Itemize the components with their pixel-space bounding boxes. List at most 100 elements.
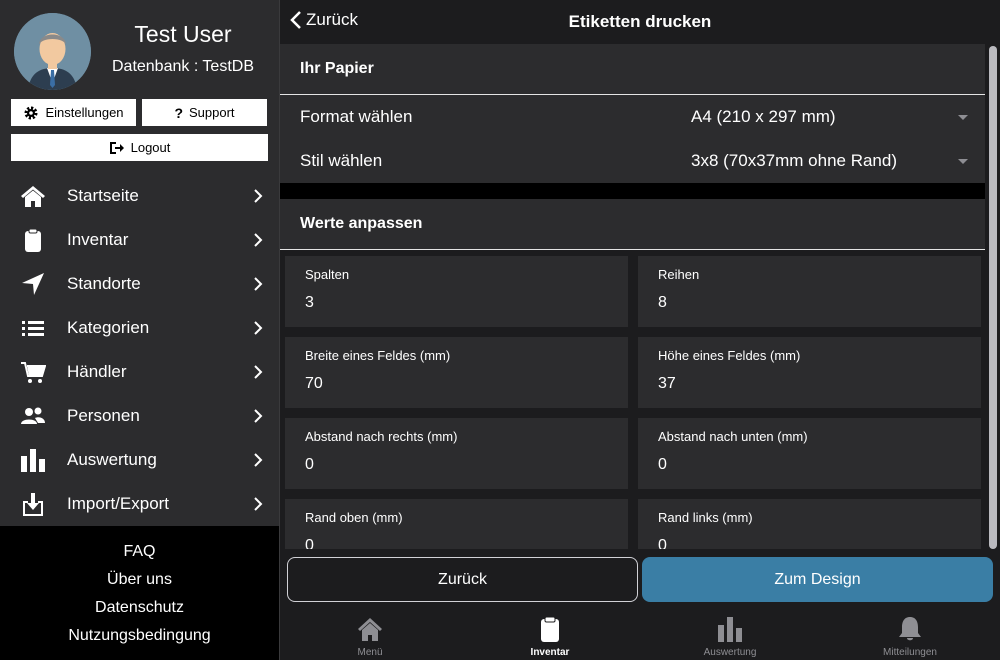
- sidebar-menu: Startseite Inventar Standorte Kategorien…: [0, 174, 279, 526]
- cart-icon: [21, 362, 46, 383]
- question-icon: ?: [174, 104, 183, 121]
- support-label: Support: [189, 105, 235, 120]
- settings-label: Einstellungen: [45, 105, 124, 120]
- location-arrow-icon: [22, 273, 44, 295]
- margin-left-field[interactable]: Rand links (mm) 0: [638, 499, 981, 549]
- values-grid: Spalten 3 Reihen 8 Breite eines Feldes (…: [280, 250, 985, 549]
- top-bar: Zurück Etiketten drucken: [280, 0, 1000, 44]
- chevron-right-icon: [254, 497, 263, 511]
- sidebar-item-personen[interactable]: Personen: [0, 394, 279, 438]
- sidebar-item-kategorien[interactable]: Kategorien: [0, 306, 279, 350]
- scrollbar[interactable]: [989, 46, 997, 549]
- chevron-right-icon: [254, 233, 263, 247]
- sidebar-item-label: Startseite: [67, 186, 139, 205]
- field-value[interactable]: 70: [305, 375, 323, 393]
- dropdown-caret-icon: [958, 159, 968, 164]
- field-label: Rand links (mm): [658, 510, 753, 525]
- dropdown-caret-icon: [958, 115, 968, 120]
- back-button[interactable]: Zurück: [287, 557, 638, 602]
- format-select[interactable]: Format wählen A4 (210 x 297 mm): [280, 95, 985, 139]
- settings-button[interactable]: Einstellungen: [11, 99, 136, 126]
- form-scroll-area[interactable]: Ihr Papier Format wählen A4 (210 x 297 m…: [280, 44, 985, 549]
- logout-button[interactable]: Logout: [11, 134, 268, 161]
- chevron-right-icon: [254, 321, 263, 335]
- sidebar-item-label: Personen: [67, 406, 140, 425]
- support-button[interactable]: ? Support: [142, 99, 267, 126]
- format-label: Format wählen: [300, 107, 413, 126]
- sidebar-item-label: Kategorien: [67, 318, 150, 337]
- sidebar-item-import-export[interactable]: Import/Export: [0, 482, 279, 526]
- bar-chart-icon: [21, 449, 45, 472]
- chevron-right-icon: [254, 277, 263, 291]
- tab-label: Menü: [357, 647, 383, 658]
- format-value: A4 (210 x 297 mm): [691, 107, 836, 126]
- section-gap: [280, 183, 985, 199]
- clipboard-icon: [541, 616, 559, 642]
- field-label: Höhe eines Feldes (mm): [658, 348, 801, 363]
- field-label: Abstand nach unten (mm): [658, 429, 808, 444]
- list-icon: [22, 321, 44, 336]
- action-bar: Zurück Zum Design: [280, 549, 1000, 609]
- faq-link[interactable]: FAQ: [0, 538, 279, 566]
- paper-section-heading: Ihr Papier: [280, 44, 985, 95]
- chevron-right-icon: [254, 189, 263, 203]
- spacing-right-field[interactable]: Abstand nach rechts (mm) 0: [285, 418, 628, 489]
- style-value: 3x8 (70x37mm ohne Rand): [691, 151, 898, 170]
- margin-top-field[interactable]: Rand oben (mm) 0: [285, 499, 628, 549]
- field-value[interactable]: 8: [658, 294, 667, 312]
- field-value[interactable]: 0: [305, 456, 314, 474]
- columns-field[interactable]: Spalten 3: [285, 256, 628, 327]
- people-icon: [21, 407, 45, 424]
- spacing-bottom-field[interactable]: Abstand nach unten (mm) 0: [638, 418, 981, 489]
- page-title: Etiketten drucken: [568, 12, 712, 31]
- sidebar-item-auswertung[interactable]: Auswertung: [0, 438, 279, 482]
- field-value[interactable]: 0: [658, 456, 667, 474]
- field-label: Abstand nach rechts (mm): [305, 429, 458, 444]
- field-label: Rand oben (mm): [305, 510, 403, 525]
- style-select[interactable]: Stil wählen 3x8 (70x37mm ohne Rand): [280, 139, 985, 183]
- field-value[interactable]: 3: [305, 294, 314, 312]
- tab-label: Inventar: [530, 647, 570, 658]
- tab-label: Mitteilungen: [883, 647, 937, 658]
- tab-menu[interactable]: Menü: [280, 609, 460, 660]
- tab-mitteilungen[interactable]: Mitteilungen: [820, 609, 1000, 660]
- sidebar-item-inventar[interactable]: Inventar: [0, 218, 279, 262]
- field-label: Breite eines Feldes (mm): [305, 348, 451, 363]
- user-name: Test User: [134, 21, 232, 47]
- bar-chart-icon: [718, 617, 742, 642]
- privacy-link[interactable]: Datenschutz: [0, 594, 279, 622]
- logout-label: Logout: [130, 140, 171, 155]
- download-icon: [23, 493, 43, 516]
- field-height-field[interactable]: Höhe eines Feldes (mm) 37: [638, 337, 981, 408]
- sidebar-item-label: Auswertung: [67, 450, 157, 469]
- field-value[interactable]: 0: [658, 537, 667, 549]
- tab-inventar[interactable]: Inventar: [460, 609, 640, 660]
- terms-link[interactable]: Nutzungsbedingung: [0, 622, 279, 650]
- gear-icon: [24, 106, 38, 119]
- chevron-right-icon: [254, 409, 263, 423]
- field-width-field[interactable]: Breite eines Feldes (mm) 70: [285, 337, 628, 408]
- clipboard-icon: [25, 228, 41, 252]
- sidebar-item-haendler[interactable]: Händler: [0, 350, 279, 394]
- about-link[interactable]: Über uns: [0, 566, 279, 594]
- chevron-right-icon: [254, 365, 263, 379]
- avatar: [14, 13, 91, 90]
- home-icon: [21, 186, 45, 207]
- scrollbar-thumb[interactable]: [989, 46, 997, 549]
- rows-field[interactable]: Reihen 8: [638, 256, 981, 327]
- home-icon: [358, 618, 382, 641]
- sidebar-item-label: Standorte: [67, 274, 141, 293]
- tab-auswertung[interactable]: Auswertung: [640, 609, 820, 660]
- sidebar-item-label: Inventar: [67, 230, 129, 249]
- field-value[interactable]: 0: [305, 537, 314, 549]
- sidebar-footer: FAQ Über uns Datenschutz Nutzungsbedingu…: [0, 526, 279, 660]
- values-section-heading: Werte anpassen: [280, 199, 985, 250]
- tab-bar: Menü Inventar Auswertung Mitteilungen: [280, 609, 1000, 660]
- sidebar: Test User Datenbank : TestDB Einstellung…: [0, 0, 279, 660]
- sidebar-item-label: Händler: [67, 362, 127, 381]
- sidebar-item-standorte[interactable]: Standorte: [0, 262, 279, 306]
- field-value[interactable]: 37: [658, 375, 676, 393]
- sidebar-item-label: Import/Export: [67, 494, 170, 513]
- sidebar-item-startseite[interactable]: Startseite: [0, 174, 279, 218]
- to-design-button[interactable]: Zum Design: [642, 557, 993, 602]
